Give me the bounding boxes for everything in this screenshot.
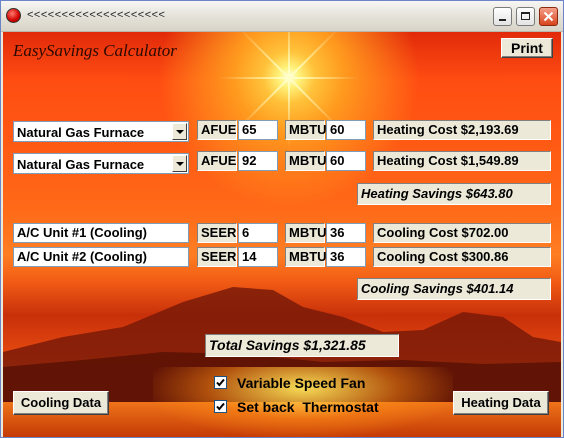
mbtu-input-2[interactable]: 60 (326, 151, 366, 171)
seer-input-2[interactable]: 14 (238, 247, 278, 267)
seer-label-2: SEER (197, 247, 237, 267)
seer-label-1: SEER (197, 223, 237, 243)
title-bar[interactable]: <<<<<<<<<<<<<<<<<<<< (1, 1, 563, 32)
checkmark-icon (216, 402, 225, 411)
chevron-down-icon[interactable] (172, 155, 187, 172)
afue-label-1: AFUE (197, 120, 237, 140)
close-button[interactable] (539, 7, 558, 26)
heating-system-select-1[interactable]: Natural Gas Furnace (13, 121, 189, 142)
cooling-data-button[interactable]: Cooling Data (13, 391, 109, 415)
cooling-savings: Cooling Savings $401.14 (357, 278, 551, 300)
window-title: <<<<<<<<<<<<<<<<<<<< (27, 9, 166, 21)
heating-system-value-1: Natural Gas Furnace (17, 125, 145, 140)
mbtu-input-1[interactable]: 60 (326, 120, 366, 140)
chevron-down-icon[interactable] (172, 123, 187, 140)
heating-data-button[interactable]: Heating Data (453, 391, 549, 415)
mbtu-label-4: MBTU (285, 247, 327, 267)
ac-unit-1-field[interactable]: A/C Unit #1 (Cooling) (13, 223, 189, 243)
cooling-cost-2: Cooling Cost $300.86 (373, 247, 551, 267)
total-savings: Total Savings $1,321.85 (205, 334, 399, 357)
minimize-button[interactable] (493, 7, 512, 26)
ac-unit-2-field[interactable]: A/C Unit #2 (Cooling) (13, 247, 189, 267)
heating-cost-2: Heating Cost $1,549.89 (373, 151, 551, 171)
variable-speed-fan-label[interactable]: Variable Speed Fan (237, 375, 365, 391)
mbtu-input-4[interactable]: 36 (326, 247, 366, 267)
print-button[interactable]: Print (501, 38, 553, 58)
seer-input-1[interactable]: 6 (238, 223, 278, 243)
heating-system-select-2[interactable]: Natural Gas Furnace (13, 153, 189, 174)
heating-cost-1: Heating Cost $2,193.69 (373, 120, 551, 140)
mbtu-label-3: MBTU (285, 223, 327, 243)
mbtu-input-3[interactable]: 36 (326, 223, 366, 243)
afue-input-2[interactable]: 92 (238, 151, 278, 171)
set-back-thermostat-checkbox[interactable] (214, 400, 227, 413)
checkmark-icon (216, 378, 225, 387)
maximize-icon (521, 12, 530, 20)
app-icon[interactable] (6, 8, 21, 23)
cooling-cost-1: Cooling Cost $702.00 (373, 223, 551, 243)
calculator-panel: EasySavings Calculator Print Natural Gas… (3, 32, 561, 437)
afue-label-2: AFUE (197, 151, 237, 171)
set-back-thermostat-label[interactable]: Set back Thermostat (237, 399, 379, 415)
app-title: EasySavings Calculator (13, 41, 177, 60)
heating-system-value-2: Natural Gas Furnace (17, 157, 145, 172)
app-window: <<<<<<<<<<<<<<<<<<<< EasySavings Calcula… (0, 0, 564, 438)
minimize-icon (499, 19, 506, 21)
heating-savings: Heating Savings $643.80 (357, 183, 551, 205)
close-icon (543, 11, 554, 22)
variable-speed-fan-checkbox[interactable] (214, 376, 227, 389)
maximize-button[interactable] (516, 7, 535, 26)
afue-input-1[interactable]: 65 (238, 120, 278, 140)
mbtu-label-1: MBTU (285, 120, 327, 140)
mbtu-label-2: MBTU (285, 151, 327, 171)
